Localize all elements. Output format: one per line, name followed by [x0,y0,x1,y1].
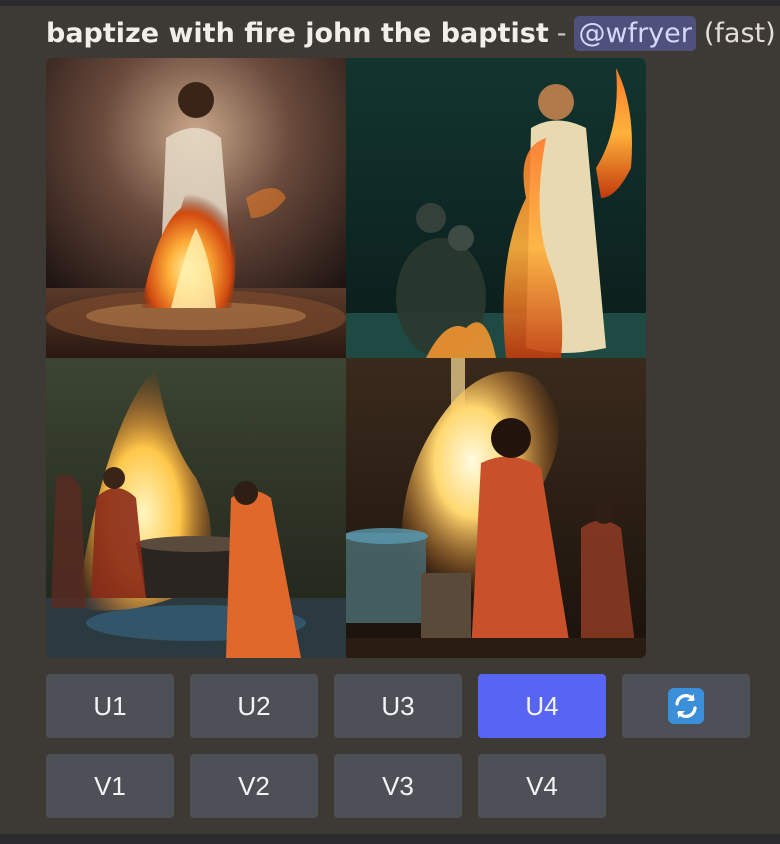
grid-image-2[interactable] [346,58,646,358]
variation-button-4[interactable]: V4 [478,754,606,818]
variation-button-1[interactable]: V1 [46,754,174,818]
upscale-button-4[interactable]: U4 [478,674,606,738]
user-mention[interactable]: @wfryer [574,15,696,51]
variation-button-2[interactable]: V2 [190,754,318,818]
grid-image-1[interactable] [46,58,346,358]
prompt-line: baptize with fire john the baptist - @wf… [46,10,780,56]
speed-label: (fast) [703,17,776,49]
upscale-button-3[interactable]: U3 [334,674,462,738]
prompt-text: baptize with fire john the baptist [46,17,549,49]
image-grid[interactable] [46,58,646,658]
variation-button-3[interactable]: V3 [334,754,462,818]
prompt-separator: - [556,17,567,49]
message: baptize with fire john the baptist - @wf… [46,10,780,56]
upscale-button-1[interactable]: U1 [46,674,174,738]
top-divider [0,0,780,6]
bottom-divider [0,834,780,844]
grid-image-3[interactable] [46,358,346,658]
grid-image-4[interactable] [346,358,646,658]
reroll-icon [668,688,704,724]
upscale-button-2[interactable]: U2 [190,674,318,738]
reroll-button[interactable] [622,674,750,738]
